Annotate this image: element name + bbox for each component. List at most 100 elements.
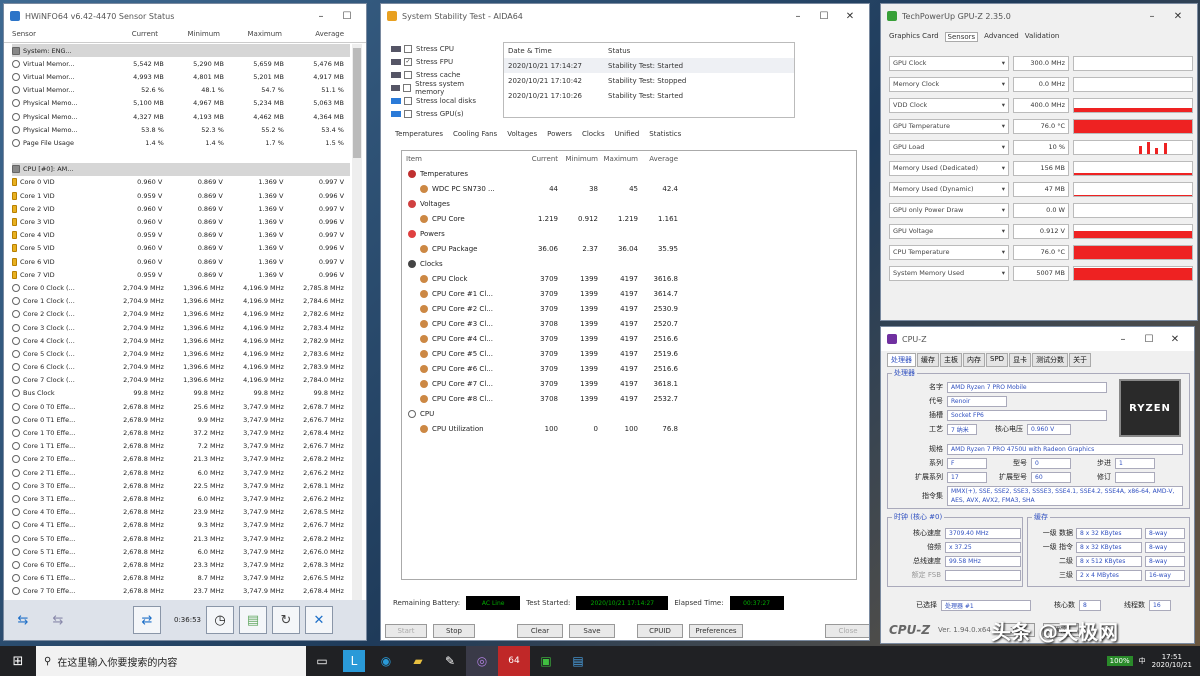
sensor-row[interactable]: Core 0 Clock (... 2,704.9 MHz 1,396.6 MHz 4… [12, 281, 350, 294]
close-button[interactable]: ✕ [1162, 334, 1188, 345]
sensor-group[interactable]: System: ENG... [12, 44, 350, 58]
sensor-row[interactable]: Core 3 Clock (... 2,704.9 MHz 1,396.6 MHz 4… [12, 321, 350, 334]
sensor-row[interactable]: Core 0 T0 Effe... 2,678.8 MHz 25.6 MHz 3,74… [12, 400, 350, 413]
hwinfo-sensor-list[interactable]: System: ENG... Virtual Memor... 5,542 MB 5,… [12, 44, 350, 600]
cpuz-tab[interactable]: 显卡 [1009, 353, 1032, 367]
sensor-label[interactable]: CPU Temperature ▾ [889, 244, 1009, 260]
col-sensor[interactable]: Sensor [12, 30, 102, 42]
stress-option[interactable]: Stress local disks [391, 94, 491, 107]
windows-start-icon[interactable]: ⊞ [0, 646, 36, 676]
stats-row[interactable]: CPU Clock 3709 1399 4197 3616.8 [402, 271, 856, 286]
stats-row[interactable]: CPU Core #6 Cl... 3709 1399 4197 2516.6 [402, 361, 856, 376]
statistics-table[interactable]: Item Current Minimum Maximum Average Tem… [401, 150, 857, 580]
sensor-row[interactable]: Physical Memo... 5,100 MB 4,967 MB 5,234 MB… [12, 97, 350, 110]
start-button[interactable]: Start [385, 624, 427, 638]
stress-checkbox[interactable] [404, 70, 412, 79]
stress-option[interactable]: Stress GPU(s) [391, 107, 491, 120]
tab-powers[interactable]: Powers [547, 130, 572, 139]
stats-row[interactable]: CPU Core #4 Cl... 3709 1399 4197 2516.6 [402, 331, 856, 346]
minimize-button[interactable]: – [1110, 334, 1136, 345]
log-row[interactable]: 2020/10/21 17:10:26 Stability Test: Start… [504, 88, 794, 103]
col-maximum[interactable]: Maximum [226, 30, 288, 42]
sensor-row[interactable]: Physical Memo... 4,327 MB 4,193 MB 4,462 MB… [12, 110, 350, 123]
stats-row[interactable]: CPU Package 36.06 2.37 36.04 35.95 [402, 241, 856, 256]
sensor-row[interactable]: Core 4 Clock (... 2,704.9 MHz 1,396.6 MHz 4… [12, 334, 350, 347]
gpuz-tab-validation[interactable]: Validation [1025, 32, 1060, 42]
tab-cooling-fans[interactable]: Cooling Fans [453, 130, 497, 139]
cpuz-tab[interactable]: 缓存 [917, 353, 939, 367]
stress-checkbox[interactable] [403, 83, 412, 92]
stress-option[interactable]: Stress system memory [391, 80, 491, 96]
cpuz-taskbar-icon[interactable]: ◎ [466, 646, 498, 676]
stats-group[interactable]: Voltages [402, 196, 856, 211]
hwinfo-taskbar-icon[interactable]: ▤ [562, 646, 594, 676]
sensor-group[interactable]: CPU [#0]: AM... [12, 162, 350, 176]
report-icon[interactable]: ▤ [239, 606, 267, 634]
gpuz-tab-sensors[interactable]: Sensors [944, 32, 979, 42]
minimize-button[interactable]: – [1139, 11, 1165, 22]
dropdown-arrow-icon[interactable]: ▾ [1002, 122, 1005, 130]
sensor-row[interactable]: Core 2 Clock (... 2,704.9 MHz 1,396.6 MHz 4… [12, 308, 350, 321]
sensor-label[interactable]: Memory Used (Dedicated) ▾ [889, 160, 1009, 176]
sensor-label[interactable]: VDD Clock ▾ [889, 97, 1009, 113]
dropdown-arrow-icon[interactable]: ▾ [1002, 143, 1005, 151]
sensor-label[interactable]: GPU Load ▾ [889, 139, 1009, 155]
stats-row[interactable]: CPU Core #1 Cl... 3709 1399 4197 3614.7 [402, 286, 856, 301]
tab-temperatures[interactable]: Temperatures [395, 130, 443, 139]
sensor-row[interactable]: Core 3 T0 Effe... 2,678.8 MHz 22.5 MHz 3,74… [12, 479, 350, 492]
gpuz-tab-advanced[interactable]: Advanced [984, 32, 1019, 42]
col-minimum[interactable]: Minimum [164, 30, 226, 42]
stats-row[interactable]: CPU Core #2 Cl... 3709 1399 4197 2530.9 [402, 301, 856, 316]
sensor-label[interactable]: System Memory Used ▾ [889, 265, 1009, 281]
cpuz-tab[interactable]: 主板 [940, 353, 962, 367]
tab-statistics[interactable]: Statistics [649, 130, 681, 139]
stress-checkbox[interactable] [404, 96, 412, 105]
sensor-row[interactable]: Virtual Memor... 4,993 MB 4,801 MB 5,201 MB… [12, 70, 350, 83]
sensor-row[interactable]: Core 3 VID 0.960 V 0.869 V 1.369 V 0.996 V [12, 215, 350, 228]
sensor-row[interactable]: Core 1 VID 0.959 V 0.869 V 1.369 V 0.996 V [12, 189, 350, 202]
sensor-row[interactable]: Core 0 T1 Effe... 2,678.9 MHz 9.9 MHz 3,747… [12, 413, 350, 426]
sensor-row[interactable]: Core 4 T1 Effe... 2,678.8 MHz 9.3 MHz 3,747… [12, 519, 350, 532]
sensor-row[interactable]: Core 5 T0 Effe... 2,678.8 MHz 21.3 MHz 3,74… [12, 532, 350, 545]
sensor-row[interactable]: Bus Clock 99.8 MHz 99.8 MHz 99.8 MHz 99.8 MH… [12, 387, 350, 400]
sensor-row[interactable]: Core 2 T0 Effe... 2,678.8 MHz 21.3 MHz 3,74… [12, 453, 350, 466]
nav-forward-icon[interactable]: ⇆ [43, 606, 73, 634]
stress-checkbox[interactable] [404, 44, 412, 53]
dropdown-arrow-icon[interactable]: ▾ [1002, 80, 1005, 88]
sensor-row[interactable]: Core 7 T0 Effe... 2,678.8 MHz 23.7 MHz 3,74… [12, 585, 350, 598]
network-icon[interactable]: ⇄ [133, 606, 161, 634]
sensor-row[interactable]: Core 7 Clock (... 2,704.9 MHz 1,396.6 MHz 4… [12, 374, 350, 387]
sensor-row[interactable]: Page File Usage 1.4 % 1.4 % 1.7 % 1.5 % [12, 136, 350, 149]
sensor-row[interactable]: Physical Memo... 53.8 % 52.3 % 55.2 % 53.4 % [12, 123, 350, 136]
sensor-row[interactable]: Core 6 Clock (... 2,704.9 MHz 1,396.6 MHz 4… [12, 361, 350, 374]
cpuz-tab[interactable]: 测试分数 [1032, 353, 1069, 367]
sensor-label[interactable]: GPU Clock ▾ [889, 55, 1009, 71]
sensor-label[interactable]: Memory Used (Dynamic) ▾ [889, 181, 1009, 197]
sensor-label[interactable]: GPU only Power Draw ▾ [889, 202, 1009, 218]
stats-group[interactable]: Powers [402, 226, 856, 241]
language-indicator[interactable]: 中 [1139, 656, 1146, 666]
maximize-button[interactable]: ☐ [1136, 334, 1162, 345]
sensor-row[interactable]: Core 1 Clock (... 2,704.9 MHz 1,396.6 MHz 4… [12, 295, 350, 308]
close-button[interactable]: Close [825, 624, 869, 638]
sensor-row[interactable]: Core 5 T1 Effe... 2,678.8 MHz 6.0 MHz 3,747… [12, 545, 350, 558]
status-log[interactable]: Date & Time Status 2020/10/21 17:14:27 St… [503, 42, 795, 118]
file-explorer-icon[interactable]: ▰ [402, 646, 434, 676]
col-average[interactable]: Average [288, 30, 350, 42]
sensor-row[interactable]: Core 2 VID 0.960 V 0.869 V 1.369 V 0.997 V [12, 202, 350, 215]
stats-row[interactable]: CPU Core #8 Cl... 3708 1399 4197 2532.7 [402, 391, 856, 406]
save-button[interactable]: Save [569, 624, 615, 638]
sensor-row[interactable]: Core 6 T0 Effe... 2,678.8 MHz 23.3 MHz 3,74… [12, 558, 350, 571]
dropdown-arrow-icon[interactable]: ▾ [1002, 269, 1005, 277]
sensor-row[interactable]: Virtual Memor... 52.6 % 48.1 % 54.7 % 51.1 % [12, 84, 350, 97]
sensor-row[interactable]: Core 1 T0 Effe... 2,678.8 MHz 37.2 MHz 3,74… [12, 426, 350, 439]
stats-group[interactable]: CPU [402, 406, 856, 421]
log-row[interactable]: 2020/10/21 17:10:42 Stability Test: Stopp… [504, 73, 794, 88]
cpuz-tab[interactable]: 处理器 [887, 353, 916, 367]
processor-select[interactable]: 处理器 #1 [941, 599, 1031, 611]
dropdown-arrow-icon[interactable]: ▾ [1002, 101, 1005, 109]
sensor-row[interactable]: Virtual Memor... 5,542 MB 5,290 MB 5,659 MB… [12, 57, 350, 70]
stats-row[interactable]: CPU Core #7 Cl... 3709 1399 4197 3618.1 [402, 376, 856, 391]
sensor-row[interactable]: Core 0 VID 0.960 V 0.869 V 1.369 V 0.997 V [12, 176, 350, 189]
gpuz-tab-graphics-card[interactable]: Graphics Card [889, 32, 939, 42]
